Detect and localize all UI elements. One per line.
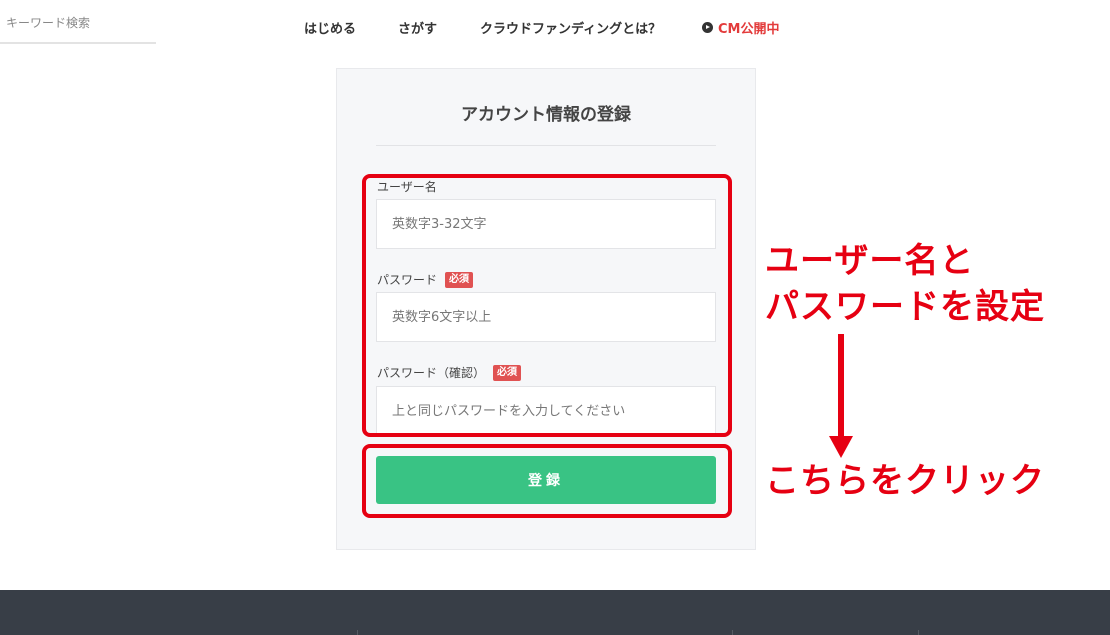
button-highlight-box — [362, 444, 732, 518]
nav-sagasu[interactable]: さがす — [398, 18, 437, 37]
annotation-arrow-shaft — [838, 334, 844, 438]
nav-cm[interactable]: CM公開中 — [702, 18, 779, 37]
nav-about-crowdfunding-label: クラウドファンディングとは？ — [480, 22, 662, 37]
page-title: アカウント情報の登録 — [461, 105, 631, 125]
fields-highlight-box — [362, 174, 732, 437]
footer-divider — [918, 630, 919, 635]
down-arrow-icon — [829, 436, 853, 458]
nav-about-crowdfunding[interactable]: クラウドファンディングとは？ — [480, 18, 661, 37]
nav-sagasu-label: さがす — [398, 22, 438, 37]
footer-divider — [357, 630, 358, 635]
title-divider — [376, 145, 716, 146]
nav-cm-label: CM公開中 — [718, 22, 780, 37]
nav-hajimeru-label: はじめる — [304, 22, 357, 37]
search-box[interactable] — [0, 0, 156, 44]
play-circle-icon — [702, 22, 713, 33]
annotation-line-3: こちらをクリック — [765, 461, 1045, 501]
annotation-line-1: ユーザー名と — [765, 241, 975, 281]
keyword-search-input[interactable] — [6, 16, 152, 30]
footer — [0, 590, 1110, 635]
nav-hajimeru[interactable]: はじめる — [304, 18, 356, 37]
footer-divider — [732, 630, 733, 635]
annotation-line-2: パスワードを設定 — [765, 287, 1045, 327]
